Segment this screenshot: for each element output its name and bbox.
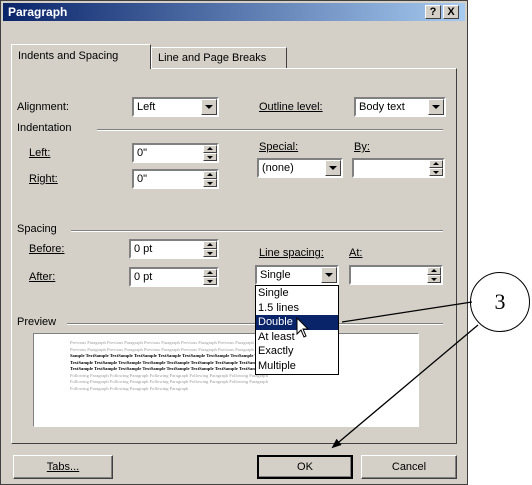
tabs-button[interactable]: Tabs... (13, 455, 113, 479)
right-indent-value: 0" (137, 173, 148, 185)
help-button[interactable]: ? (425, 5, 441, 19)
line-spacing-option[interactable]: Single (256, 286, 338, 301)
special-select[interactable]: (none) (257, 158, 343, 178)
tab-indents-and-spacing[interactable]: Indents and Spacing (11, 44, 151, 69)
ok-button[interactable]: OK (257, 455, 353, 479)
space-after-value: 0 pt (134, 271, 153, 283)
title-bar: Paragraph ? X (3, 3, 465, 21)
outline-level-select[interactable]: Body text (354, 97, 446, 117)
tab-label: Indents and Spacing (18, 50, 119, 62)
indentation-divider (97, 129, 443, 131)
ok-button-label: OK (297, 461, 313, 473)
special-value: (none) (262, 162, 294, 174)
spinner-arrows-icon[interactable] (203, 171, 217, 187)
spinner-arrows-icon[interactable] (203, 241, 217, 257)
left-indent-value: 0" (137, 147, 148, 159)
right-indent-label: Right: (29, 173, 58, 185)
by-label: By: (354, 141, 370, 153)
alignment-select[interactable]: Left (132, 97, 219, 117)
preview-group-label: Preview (17, 316, 57, 328)
left-indent-spinner[interactable]: 0" (132, 143, 219, 163)
chevron-down-icon[interactable] (428, 99, 444, 115)
line-spacing-option[interactable]: 1.5 lines (256, 301, 338, 316)
space-after-spinner[interactable]: 0 pt (129, 267, 219, 287)
cancel-button[interactable]: Cancel (361, 455, 457, 479)
close-button[interactable]: X (443, 5, 459, 19)
spinner-arrows-icon[interactable] (203, 269, 217, 285)
cancel-button-label: Cancel (391, 461, 427, 473)
tabs-button-label: Tabs... (46, 461, 80, 473)
line-spacing-select[interactable]: Single (255, 265, 339, 285)
by-spinner[interactable] (352, 158, 445, 178)
line-spacing-option[interactable]: At least (256, 330, 338, 345)
spinner-arrows-icon[interactable] (203, 145, 217, 161)
indentation-group-label: Indentation (17, 122, 72, 134)
tab-label: Line and Page Breaks (158, 52, 267, 64)
callout-number-badge: 3 (470, 272, 530, 332)
spacing-divider (71, 230, 443, 232)
after-label: After: (29, 271, 56, 283)
preview-pane: Previous Paragraph Previous Paragraph Pr… (33, 333, 419, 427)
spinner-arrows-icon[interactable] (427, 267, 441, 283)
line-spacing-option[interactable]: Exactly (256, 344, 338, 359)
space-before-spinner[interactable]: 0 pt (129, 239, 219, 259)
outline-level-label: Outline level: (259, 101, 323, 113)
paragraph-dialog: Paragraph ? X Indents and Spacing Line a… (0, 0, 468, 485)
space-before-value: 0 pt (134, 243, 153, 255)
window-title: Paragraph (8, 5, 68, 19)
at-label: At: (349, 247, 363, 259)
right-indent-spinner[interactable]: 0" (132, 169, 219, 189)
left-indent-label: Left: (29, 147, 51, 159)
line-spacing-label: Line spacing: (259, 247, 324, 259)
chevron-down-icon[interactable] (325, 160, 341, 176)
tab-line-and-page-breaks[interactable]: Line and Page Breaks (151, 47, 287, 69)
preview-line: Following Paragraph Following Paragraph … (70, 385, 189, 391)
special-label: Special: (259, 141, 299, 153)
alignment-value: Left (137, 101, 156, 113)
line-spacing-option[interactable]: Multiple (256, 359, 338, 374)
chevron-down-icon[interactable] (321, 267, 337, 283)
line-spacing-value: Single (260, 269, 291, 281)
spinner-arrows-icon[interactable] (429, 160, 443, 176)
outline-level-value: Body text (359, 101, 405, 113)
line-spacing-option-highlighted[interactable]: Double (256, 315, 338, 330)
at-spinner[interactable] (349, 265, 443, 285)
chevron-down-icon[interactable] (201, 99, 217, 115)
before-label: Before: (29, 243, 65, 255)
spacing-group-label: Spacing (17, 223, 57, 235)
line-spacing-dropdown-list: Single 1.5 lines Double At least Exactly… (255, 285, 339, 375)
alignment-label: Alignment: (17, 101, 69, 113)
